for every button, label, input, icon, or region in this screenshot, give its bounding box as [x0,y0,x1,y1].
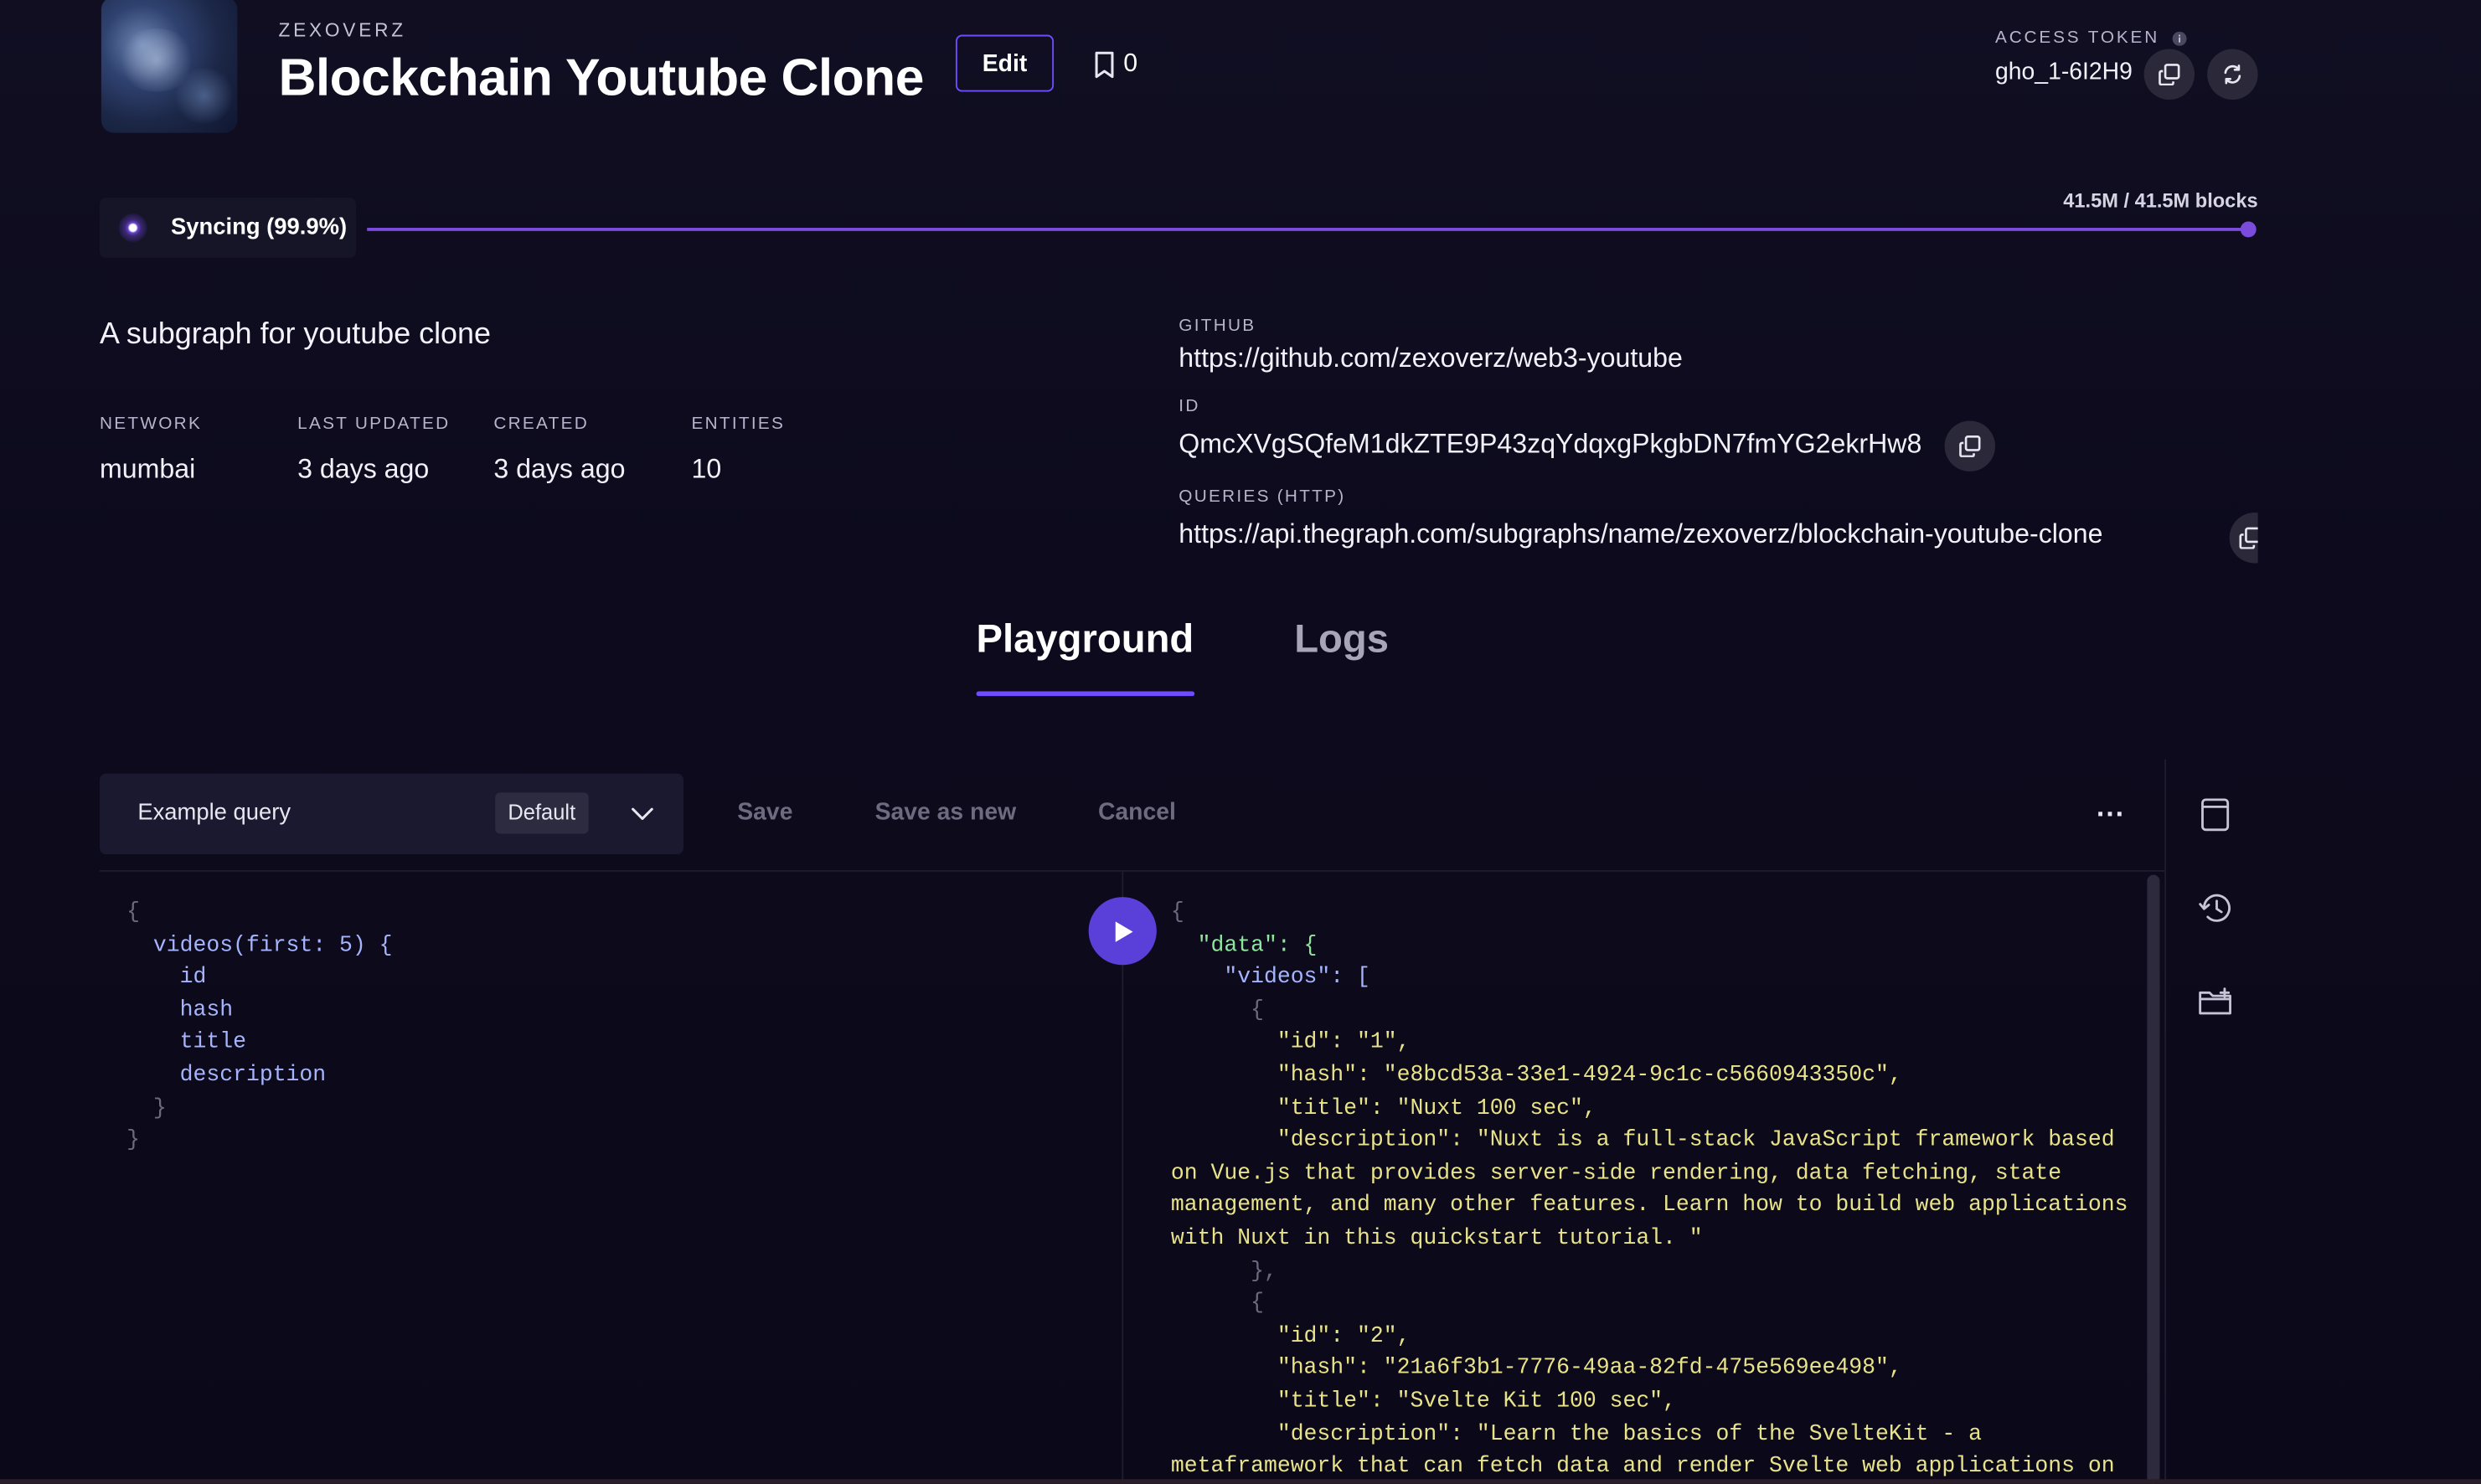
query-name: Example query [137,800,291,827]
bottom-edge-line [0,1479,2481,1484]
play-icon [1114,920,1132,941]
stat-value: mumbai [100,454,196,485]
subgraph-description: A subgraph for youtube clone [100,317,491,352]
query-editor[interactable]: { videos(first: 5) { id hash title descr… [126,897,1075,1482]
code-line: title [126,1030,246,1056]
stat-created: CREATED 3 days ago [493,415,668,486]
stat-label: NETWORK [100,414,203,434]
stat-label: CREATED [493,414,590,434]
github-link[interactable]: https://github.com/zexoverz/web3-youtube [1179,343,1683,375]
code-line: videos(first: 5) { [126,932,393,958]
code-line: { [126,899,140,926]
code-line: hash [126,997,234,1023]
cancel-button[interactable]: Cancel [1098,799,1176,826]
code-line: description [126,1063,327,1089]
edit-button-label: Edit [982,49,1028,77]
result-scrollbar[interactable] [2147,874,2160,1484]
github-label: GITHUB [1179,316,1256,336]
code-line: } [126,1128,140,1154]
queries-url[interactable]: https://api.thegraph.com/subgraphs/name/… [1179,519,2102,551]
tab-label: Playground [976,616,1194,662]
copy-id-button[interactable] [1944,420,1996,471]
code-line: } [126,1095,167,1121]
chevron-down-icon[interactable] [632,806,653,821]
sidebar-divider [2164,759,2167,1484]
tab-playground[interactable]: Playground [976,616,1194,699]
sync-status-label: Syncing (99.9%) [171,214,348,241]
document-icon[interactable] [2200,797,2231,832]
info-icon[interactable] [2172,30,2187,45]
sync-indicator-icon [118,214,147,243]
bookmark-button[interactable]: 0 [1091,48,1137,83]
save-as-new-button[interactable]: Save as new [875,799,1017,826]
sync-progress-fill [367,228,2248,231]
query-selector[interactable]: Example query Default [100,773,684,855]
stat-entities: ENTITIES 10 [691,415,818,486]
toolbar-divider [100,869,2165,872]
code-line: }, [1170,1258,1277,1284]
tab-active-underline [976,691,1194,697]
copy-icon [1959,435,1981,457]
sync-progress-track [367,221,2257,238]
blocks-count: 41.5M / 41.5M blocks [2063,189,2258,213]
history-icon[interactable] [2198,892,2233,924]
code-line: "title": "Nuxt 100 sec", [1170,1095,1596,1121]
tab-logs[interactable]: Logs [1294,617,1389,663]
code-line: "description": "Learn the basics of the … [1170,1421,1982,1447]
refresh-icon [2224,64,2241,85]
copy-icon [2239,527,2258,549]
page-title: Blockchain Youtube Clone [278,47,924,106]
code-line: "hash": "21a6f3b1-7776-49aa-82fd-475e569… [1170,1356,1902,1382]
code-line: with Nuxt in this quickstart tutorial. " [1170,1225,1703,1252]
code-line: "description": "Nuxt is a full-stack Jav… [1170,1128,2115,1154]
stat-value: 3 days ago [493,454,626,485]
access-token-label: ACCESS TOKEN [1995,28,2187,48]
copy-token-button[interactable] [2143,49,2195,100]
stat-last-updated: LAST UPDATED 3 days ago [297,415,487,486]
code-line: { [1170,899,1184,926]
refresh-token-button[interactable] [2207,49,2258,100]
sync-status-pill: Syncing (99.9%) [100,198,357,258]
code-line: "hash": "e8bcd53a-33e1-4924-9c1c-c566094… [1170,1063,1902,1089]
code-line: "videos": [ [1170,965,1370,991]
save-button[interactable]: Save [737,799,792,826]
bookmark-icon [1095,51,1114,79]
stat-label: ENTITIES [691,414,786,434]
avatar [101,0,238,133]
edit-button[interactable]: Edit [955,34,1055,92]
code-line: { [1170,1291,1264,1317]
copy-icon [2159,64,2180,86]
tab-label: Logs [1294,616,1390,662]
code-line: "id": "1", [1170,1030,1411,1056]
stat-value: 3 days ago [297,454,430,485]
id-label: ID [1179,397,1200,416]
more-options-button[interactable]: ... [2097,791,2125,825]
code-line: on Vue.js that provides server-side rend… [1170,1161,2062,1187]
queries-label: QUERIES (HTTP) [1179,487,1346,507]
bookmark-count: 0 [1123,50,1138,78]
sync-progress-knob [2240,221,2257,238]
code-line: id [126,965,207,991]
stat-label: LAST UPDATED [297,414,451,434]
query-default-badge: Default [495,792,589,834]
code-line: management, and many other features. Lea… [1170,1193,2128,1219]
stat-network: NETWORK mumbai [100,415,274,486]
stat-value: 10 [691,454,722,485]
run-query-button[interactable] [1088,897,1157,966]
folder-add-icon[interactable] [2198,987,2233,1016]
code-line: "title": "Svelte Kit 100 sec", [1170,1389,1676,1414]
code-line: { [1170,997,1264,1023]
access-token-value: gho_1-6I2H9 [1995,58,2133,86]
owner-name: ZEXOVERZ [278,18,406,42]
access-token-caption: ACCESS TOKEN [1995,28,2160,48]
code-line: "data": { [1170,932,1318,958]
copy-queries-button[interactable] [2229,513,2258,564]
id-value: QmcXVgSQfeM1dkZTE9P43zqYdqxgPkgbDN7fmYG2… [1179,428,1922,459]
code-line: "id": "2", [1170,1323,1411,1349]
result-viewer: { "data": { "videos": [ { "id": "1", "ha… [1171,897,2136,1484]
